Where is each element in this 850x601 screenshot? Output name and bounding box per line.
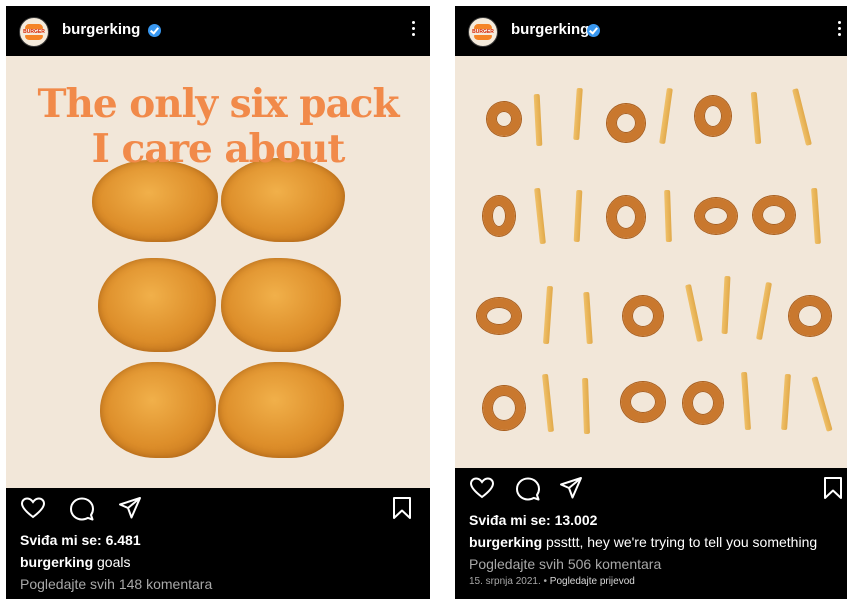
- verified-badge-icon: [148, 24, 161, 37]
- more-options-icon[interactable]: [407, 18, 419, 42]
- onion-ring: [483, 386, 525, 430]
- caption-username[interactable]: burgerking: [20, 554, 93, 570]
- burger-king-logo: BURGER KING: [23, 21, 45, 43]
- likes-count[interactable]: Sviđa mi se: 6.481: [20, 532, 422, 548]
- onion-ring: [789, 296, 831, 336]
- onion-ring: [695, 96, 731, 136]
- post-image[interactable]: [455, 56, 847, 468]
- bookmark-icon[interactable]: [823, 476, 843, 500]
- onion-ring: [483, 196, 515, 236]
- fry: [542, 285, 554, 345]
- username[interactable]: burgerking: [62, 21, 140, 38]
- instagram-post-left: BURGER KING burgerking The only six pack…: [6, 6, 430, 599]
- headline-line-2: I care about: [91, 126, 346, 172]
- caption: burgerking goals: [20, 554, 422, 570]
- view-comments-link[interactable]: Pogledajte svih 148 komentara: [20, 576, 422, 592]
- comment-icon[interactable]: [69, 496, 95, 522]
- heart-icon[interactable]: [20, 496, 46, 520]
- post-date-line: 15. srpnja 2021. • Pogledajte prijevod: [469, 576, 839, 587]
- fry: [582, 377, 590, 435]
- share-icon[interactable]: [559, 476, 583, 500]
- avatar[interactable]: BURGER KING: [468, 17, 498, 47]
- fry: [781, 373, 791, 431]
- fry: [792, 88, 812, 146]
- fry: [811, 376, 833, 432]
- see-translation-link[interactable]: Pogledajte prijevod: [550, 576, 635, 587]
- caption-text: pssttt, hey we're trying to tell you som…: [542, 534, 818, 550]
- nugget: [218, 362, 344, 458]
- more-options-icon[interactable]: [833, 18, 845, 42]
- heart-icon[interactable]: [469, 476, 495, 500]
- likes-count[interactable]: Sviđa mi se: 13.002: [469, 512, 839, 528]
- onion-ring: [683, 382, 723, 424]
- username[interactable]: burgerking: [511, 21, 589, 38]
- avatar[interactable]: BURGER KING: [19, 17, 49, 47]
- burger-king-logo: BURGER KING: [472, 21, 494, 43]
- fry: [811, 187, 821, 245]
- fry: [533, 93, 543, 147]
- view-comments-link[interactable]: Pogledajte svih 506 komentara: [469, 556, 839, 572]
- nugget: [98, 258, 216, 352]
- onion-ring: [695, 198, 737, 234]
- fry: [685, 284, 703, 342]
- onion-ring: [753, 196, 795, 234]
- fry: [534, 187, 546, 245]
- fry: [573, 87, 583, 141]
- nugget: [92, 160, 218, 242]
- comment-icon[interactable]: [515, 476, 541, 502]
- verified-badge-icon: [587, 24, 600, 37]
- fry: [740, 371, 752, 431]
- fry: [756, 281, 772, 341]
- onion-ring: [607, 196, 645, 238]
- instagram-post-right: BURGER KING burgerking Sviđa mi se: 13.0…: [455, 6, 847, 599]
- post-header: BURGER KING burgerking: [6, 6, 430, 56]
- fry: [659, 87, 673, 145]
- onion-ring: [487, 102, 521, 136]
- caption-text: goals: [93, 554, 131, 570]
- fry: [573, 189, 583, 243]
- caption: burgerking pssttt, hey we're trying to t…: [469, 534, 839, 550]
- post-header: BURGER KING burgerking: [455, 6, 847, 56]
- post-date: 15. srpnja 2021.: [469, 576, 541, 587]
- caption-username[interactable]: burgerking: [469, 534, 542, 550]
- nugget: [221, 258, 341, 352]
- fry: [664, 189, 672, 243]
- fry: [750, 91, 762, 145]
- onion-ring: [607, 104, 645, 142]
- fry: [583, 291, 593, 345]
- onion-ring: [621, 382, 665, 422]
- headline-line-1: The only six pack: [37, 81, 399, 127]
- fry: [721, 275, 731, 335]
- action-bar: [6, 490, 430, 530]
- fry: [541, 373, 555, 433]
- date-separator: •: [540, 576, 550, 587]
- onion-ring: [623, 296, 663, 336]
- bookmark-icon[interactable]: [392, 496, 412, 520]
- share-icon[interactable]: [118, 496, 142, 520]
- nugget: [100, 362, 216, 458]
- action-bar: [455, 470, 847, 510]
- post-caption-block: Sviđa mi se: 13.002 burgerking pssttt, h…: [469, 512, 839, 587]
- post-image[interactable]: The only six pack I care about: [6, 56, 430, 488]
- post-caption-block: Sviđa mi se: 6.481 burgerking goals Pogl…: [20, 532, 422, 596]
- onion-ring: [477, 298, 521, 334]
